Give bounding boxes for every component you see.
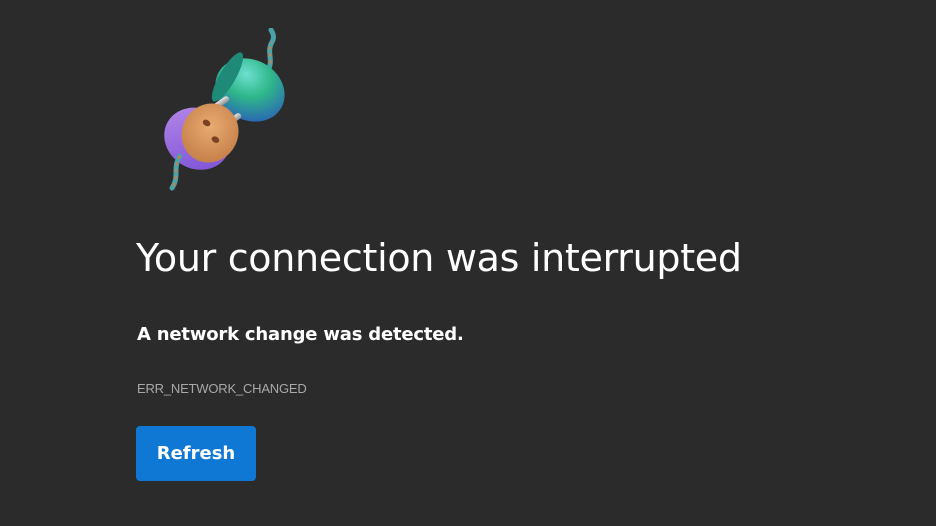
page-title: Your connection was interrupted (136, 236, 742, 280)
refresh-button[interactable]: Refresh (136, 426, 256, 481)
error-code: ERR_NETWORK_CHANGED (137, 381, 307, 396)
unplugged-plug-icon (150, 27, 300, 193)
error-page: Your connection was interrupted A networ… (0, 0, 936, 526)
error-description: A network change was detected. (137, 324, 464, 345)
